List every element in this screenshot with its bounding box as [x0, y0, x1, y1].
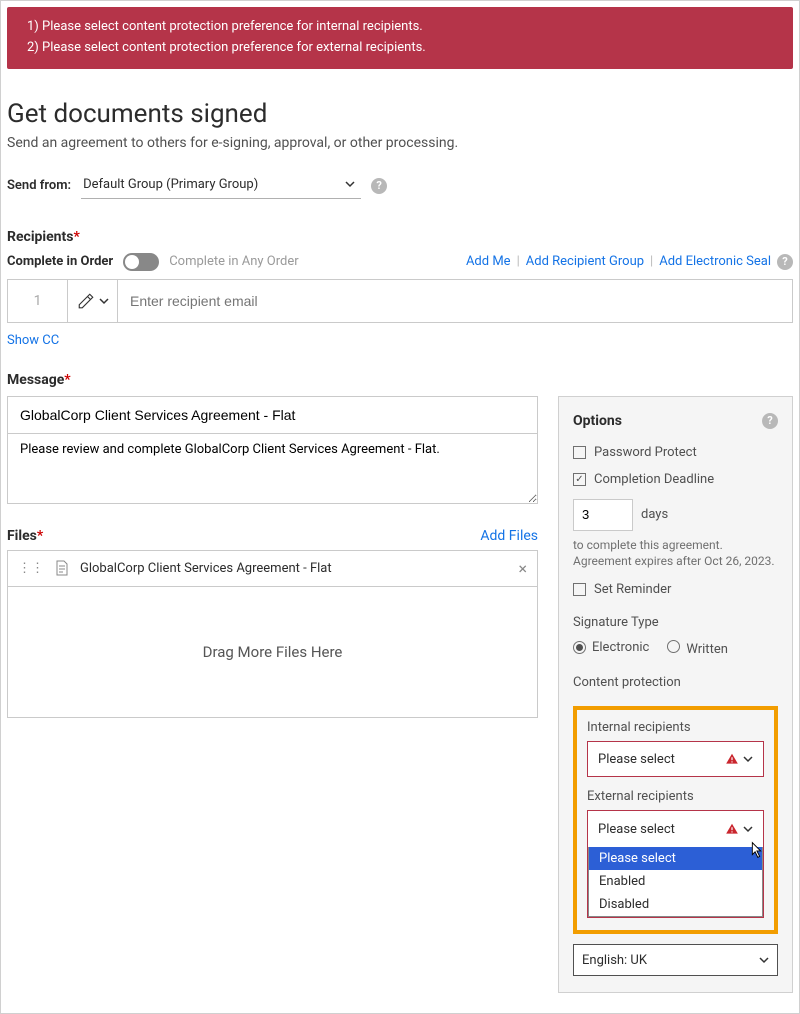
link-divider: |: [517, 254, 520, 269]
page-title: Get documents signed: [7, 99, 793, 129]
page-subtitle: Send an agreement to others for e-signin…: [7, 135, 793, 151]
radio-unchecked-icon: [667, 640, 680, 653]
password-protect-option[interactable]: Password Protect: [573, 445, 778, 460]
complete-any-order-label: Complete in Any Order: [169, 254, 298, 269]
message-body-textarea[interactable]: Please review and complete GlobalCorp Cl…: [7, 434, 538, 504]
show-cc-link[interactable]: Show CC: [7, 333, 59, 348]
radio-written[interactable]: Written: [667, 640, 728, 657]
link-divider: |: [650, 254, 653, 269]
help-icon[interactable]: ?: [777, 254, 793, 270]
alert-line-2: 2) Please select content protection pref…: [27, 38, 773, 59]
content-protection-highlight: Internal recipients Please select Extern…: [573, 706, 778, 934]
send-from-label: Send from:: [7, 178, 71, 193]
add-electronic-seal-link[interactable]: Add Electronic Seal: [659, 254, 771, 269]
completion-deadline-option[interactable]: ✓ Completion Deadline: [573, 472, 778, 487]
send-from-row: Send from: Default Group (Primary Group)…: [7, 173, 793, 199]
checkbox-unchecked[interactable]: [573, 583, 586, 596]
recipient-role-selector[interactable]: [68, 280, 118, 322]
help-icon[interactable]: ?: [371, 178, 387, 194]
file-name: GlobalCorp Client Services Agreement - F…: [80, 561, 332, 576]
internal-recipients-label: Internal recipients: [587, 720, 764, 735]
dropdown-option-disabled[interactable]: Disabled: [589, 893, 762, 916]
external-recipients-label: External recipients: [587, 789, 764, 804]
deadline-note: to complete this agreement. Agreement ex…: [573, 537, 778, 571]
radio-electronic[interactable]: Electronic: [573, 640, 649, 657]
help-icon[interactable]: ?: [762, 413, 778, 429]
checkbox-unchecked[interactable]: [573, 446, 586, 459]
options-title: Options: [573, 413, 622, 429]
send-from-value: Default Group (Primary Group): [83, 177, 258, 192]
recipient-email-input[interactable]: [130, 280, 780, 322]
recipient-index: 1: [8, 280, 68, 322]
remove-file-button[interactable]: ×: [518, 559, 527, 578]
signature-type-label: Signature Type: [573, 615, 778, 630]
alert-triangle-icon: [725, 822, 739, 836]
order-toggle[interactable]: [123, 253, 159, 271]
recipient-row: 1: [7, 279, 793, 323]
pointer-cursor-icon: [745, 839, 767, 861]
add-me-link[interactable]: Add Me: [466, 254, 511, 269]
dropdown-option-enabled[interactable]: Enabled: [589, 870, 762, 893]
pen-icon: [77, 292, 95, 310]
dropdown-options-list: Please select Enabled Disabled: [588, 847, 763, 917]
recipients-label: Recipients*: [7, 229, 793, 245]
complete-in-order-label: Complete in Order: [7, 254, 113, 269]
dropdown-option-please-select[interactable]: Please select: [589, 847, 762, 870]
internal-recipients-dropdown[interactable]: Please select: [587, 741, 764, 777]
message-label: Message*: [7, 372, 793, 388]
file-drop-zone[interactable]: Drag More Files Here: [8, 587, 537, 717]
chevron-down-icon: [759, 955, 769, 965]
set-reminder-option[interactable]: Set Reminder: [573, 582, 778, 597]
checkbox-checked[interactable]: ✓: [573, 473, 586, 486]
chevron-down-icon: [743, 824, 753, 834]
language-dropdown[interactable]: English: UK: [573, 944, 778, 976]
content-protection-label: Content protection: [573, 675, 778, 690]
alert-line-1: 1) Please select content protection pref…: [27, 17, 773, 38]
message-subject-input[interactable]: [7, 396, 538, 434]
days-label: days: [641, 507, 668, 522]
chevron-down-icon: [345, 179, 355, 189]
document-icon: [54, 560, 70, 576]
add-files-link[interactable]: Add Files: [480, 528, 538, 544]
radio-checked-icon: [573, 641, 586, 654]
files-box: ⋮⋮ GlobalCorp Client Services Agreement …: [7, 550, 538, 718]
deadline-days-input[interactable]: [573, 499, 633, 531]
options-panel: Options ? Password Protect ✓ Completion …: [558, 396, 793, 994]
alert-triangle-icon: [725, 752, 739, 766]
validation-alert: 1) Please select content protection pref…: [7, 7, 793, 69]
send-from-dropdown[interactable]: Default Group (Primary Group): [81, 173, 361, 199]
add-recipient-group-link[interactable]: Add Recipient Group: [526, 254, 644, 269]
files-label: Files*: [7, 528, 43, 544]
grip-icon[interactable]: ⋮⋮: [18, 561, 44, 576]
order-row: Complete in Order Complete in Any Order …: [7, 253, 793, 271]
chevron-down-icon: [99, 296, 109, 306]
chevron-down-icon: [743, 754, 753, 764]
external-recipients-dropdown[interactable]: Please select Please select Enabled Disa…: [587, 810, 764, 918]
file-item: ⋮⋮ GlobalCorp Client Services Agreement …: [8, 551, 537, 587]
